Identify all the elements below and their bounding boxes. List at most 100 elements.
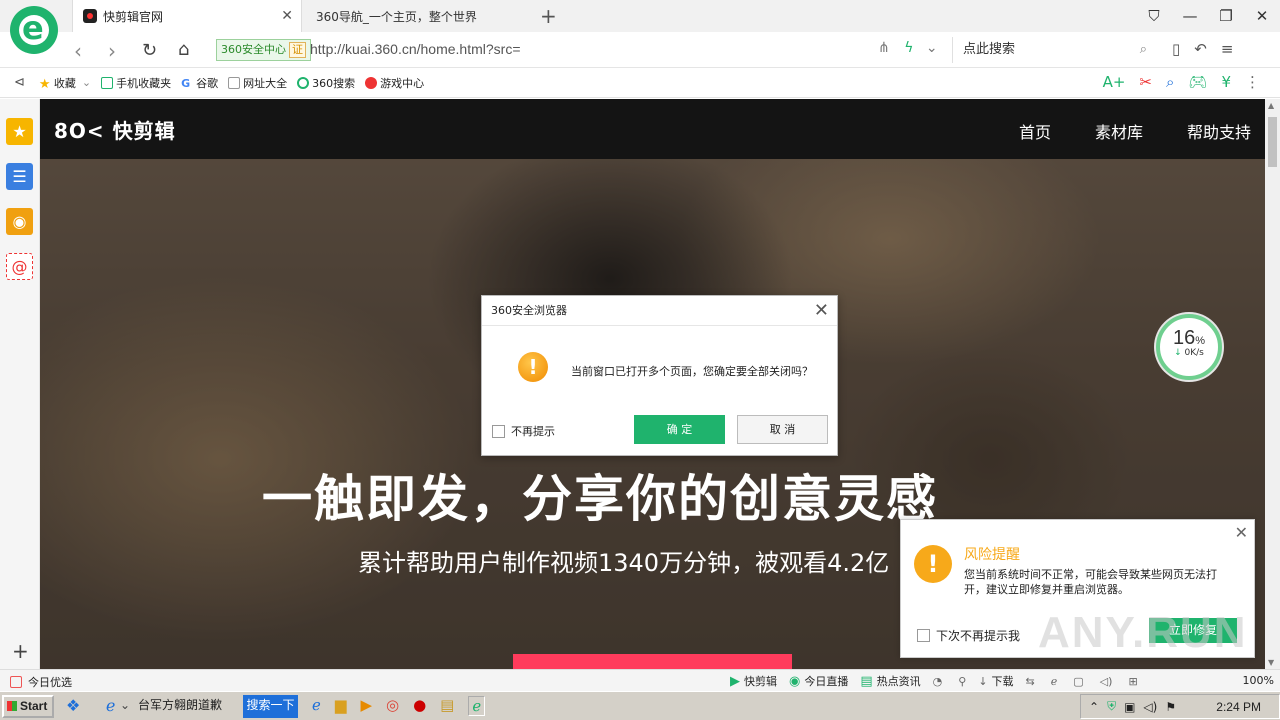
network-speed-widget[interactable]: 16% ↓ 0K/s xyxy=(1156,314,1222,380)
360-shield-icon[interactable]: ⛨ xyxy=(1107,699,1116,714)
hero-title: 一触即发，分享你的创意灵感 xyxy=(262,470,938,528)
reload-icon[interactable]: ↻ xyxy=(142,40,157,61)
address-tools: ⋔ ϟ ⌄ xyxy=(878,40,938,56)
network-icon[interactable]: ▣ xyxy=(1124,700,1135,714)
today-picks[interactable]: 今日优选 xyxy=(10,674,72,690)
bookmark-mobile[interactable]: 手机收藏夹 xyxy=(101,75,171,91)
restore-icon[interactable]: ❐ xyxy=(1208,0,1244,32)
nav-help[interactable]: 帮助支持 xyxy=(1187,119,1251,143)
tab-title: 快剪辑官网 xyxy=(103,9,164,24)
tab-close-icon[interactable]: ✕ xyxy=(281,8,293,24)
mail-at-icon[interactable]: @ xyxy=(6,253,33,280)
nav-materials[interactable]: 素材库 xyxy=(1095,119,1143,143)
chrome-icon[interactable]: ◎ xyxy=(386,696,399,716)
hero-cta-button[interactable] xyxy=(513,654,792,669)
search-input[interactable]: 点此搜索 ⌕ xyxy=(952,37,1157,63)
confirm-button[interactable]: 确 定 xyxy=(634,415,725,444)
bookmark-favorites[interactable]: ★ 收藏 ⌄ xyxy=(39,75,91,92)
site-logo[interactable]: 8O< 快剪辑 xyxy=(54,115,176,144)
chevron-down-icon[interactable]: ⌄ xyxy=(120,695,130,718)
skin-shirt-icon[interactable]: ⛉ xyxy=(1136,0,1172,32)
checkbox-box[interactable] xyxy=(917,629,930,642)
status-live[interactable]: ◉ 今日直播 xyxy=(789,673,848,689)
search-icon[interactable]: ⌕ xyxy=(1140,37,1147,63)
ie-taskbar-icon[interactable]: ℯ xyxy=(106,695,115,718)
scroll-down-icon[interactable]: ▼ xyxy=(1268,658,1274,667)
new-tab-plus-icon[interactable]: + xyxy=(540,4,557,28)
pin-icon: ⚲ xyxy=(958,674,967,688)
menu-icon[interactable]: ≡ xyxy=(1221,40,1248,58)
media-player-icon[interactable]: ▶ xyxy=(360,696,372,716)
status-kuaijianji[interactable]: ▶ 快剪辑 xyxy=(730,673,777,689)
add-sidebar-item-icon[interactable]: + xyxy=(12,639,29,663)
flag-icon[interactable]: ⚑ xyxy=(1165,700,1176,714)
back-arrow-icon[interactable]: ‹ xyxy=(74,39,82,63)
speedup-bolt-icon[interactable]: ϟ xyxy=(904,40,913,56)
nav-home[interactable]: 首页 xyxy=(1019,119,1051,143)
taskbar-search-button[interactable]: 搜索一下 xyxy=(243,695,298,718)
mobile-icon[interactable]: ▯ xyxy=(1172,40,1194,58)
bookmark-360-search[interactable]: 360搜索 xyxy=(297,75,355,91)
ie-icon[interactable]: ℯ xyxy=(312,696,321,716)
status-news[interactable]: ▤ 热点资讯 xyxy=(860,673,920,689)
zoom-level[interactable]: 100% xyxy=(1243,674,1274,687)
clock[interactable]: 2:24 PM xyxy=(1216,700,1261,714)
site-header: 8O< 快剪辑 首页 素材库 帮助支持 xyxy=(40,99,1265,159)
tab-360-navigation[interactable]: 360导航_一个主页，整个世界 xyxy=(306,0,526,32)
start-button[interactable]: Start xyxy=(2,695,54,718)
dont-remind-again-checkbox[interactable]: 下次不再提示我 xyxy=(917,627,1020,644)
360-browser-logo-icon[interactable] xyxy=(10,6,58,54)
scroll-up-icon[interactable]: ▲ xyxy=(1268,101,1274,110)
magnifier-icon[interactable]: ⌕ xyxy=(1166,73,1174,91)
dont-remind-checkbox[interactable]: 不再提示 xyxy=(492,423,555,439)
gamepad-icon[interactable]: 🎮︎ xyxy=(1188,73,1207,91)
popup-close-icon[interactable]: ✕ xyxy=(1235,523,1248,542)
translate-icon[interactable]: A+ xyxy=(1103,73,1126,91)
grid-icon[interactable]: ⊞ xyxy=(1128,675,1137,688)
vertical-scrollbar[interactable]: ▲ ▼ xyxy=(1265,99,1280,669)
toolbar-right: ▯↶≡ xyxy=(1172,40,1247,58)
shield-yen-icon[interactable]: ¥ xyxy=(1221,73,1231,91)
windows-taskbar: Start ❖ ℯ ⌄ 台军方翱朗道歉 搜索一下 ℯ ▆ ▶ ◎ ● ▤ ℯ ⌃… xyxy=(0,691,1280,720)
cancel-button[interactable]: 取 消 xyxy=(737,415,828,444)
volume-icon[interactable]: ◁) xyxy=(1100,675,1113,688)
anyrun-watermark: ANY.RUN xyxy=(1038,608,1248,657)
opera-icon[interactable]: ● xyxy=(413,696,426,716)
share-icon[interactable]: ⋔ xyxy=(878,40,890,56)
minimize-icon[interactable]: — xyxy=(1172,0,1208,32)
forward-arrow-icon[interactable]: › xyxy=(108,39,116,63)
quick-launch-icon[interactable]: ❖ xyxy=(66,695,80,718)
undo-icon[interactable]: ↶ xyxy=(1194,40,1221,58)
sidebar-toggle-icon[interactable]: ⊲ xyxy=(14,75,25,90)
scroll-thumb[interactable] xyxy=(1268,117,1277,167)
status-download[interactable]: ↓ 下载 xyxy=(978,673,1013,689)
chevron-down-icon[interactable]: ⌄ xyxy=(926,40,938,56)
360-browser-taskbar-icon[interactable]: ℯ xyxy=(468,696,486,716)
folder-icon[interactable]: ▆ xyxy=(335,696,347,716)
checkbox-box[interactable] xyxy=(492,424,505,438)
status-misc: ⇆ ℯ ▢ ◁) ⊞ xyxy=(1026,675,1138,688)
translate-icon[interactable]: ⇆ xyxy=(1026,675,1035,688)
bookmark-games[interactable]: 游戏中心 xyxy=(365,75,424,91)
bookmark-google[interactable]: G 谷歌 xyxy=(181,75,218,91)
home-icon[interactable]: ⌂ xyxy=(178,39,189,60)
archive-icon[interactable]: ▤ xyxy=(440,696,454,716)
volume-icon[interactable]: ◁) xyxy=(1143,700,1157,714)
tray-expand-icon[interactable]: ⌃ xyxy=(1089,700,1099,714)
dialog-close-icon[interactable]: ✕ xyxy=(814,300,829,321)
window-icon[interactable]: ▢ xyxy=(1073,675,1083,688)
security-badge[interactable]: 360安全中心证 xyxy=(216,39,311,61)
bookmark-sites[interactable]: 网址大全 xyxy=(228,75,287,91)
reader-icon[interactable]: ☰ xyxy=(6,163,33,190)
taskbar-window-title[interactable]: 台军方翱朗道歉 xyxy=(138,695,222,718)
status-tools[interactable]: ◔ ⚲ xyxy=(933,675,967,688)
favorites-star-icon[interactable]: ★ xyxy=(6,118,33,145)
url-field[interactable]: http://kuai.360.cn/home.html?src= xyxy=(310,41,521,57)
ie-icon[interactable]: ℯ xyxy=(1051,675,1058,688)
more-dots-icon[interactable]: ⋮ xyxy=(1245,73,1260,91)
scissors-icon[interactable]: ✂ xyxy=(1139,73,1152,91)
window-close-icon[interactable]: ✕ xyxy=(1244,0,1280,32)
play-icon: ▶ xyxy=(730,673,740,689)
weibo-icon[interactable]: ◉ xyxy=(6,208,33,235)
tab-kuaijianji[interactable]: 快剪辑官网 ✕ xyxy=(72,0,302,32)
